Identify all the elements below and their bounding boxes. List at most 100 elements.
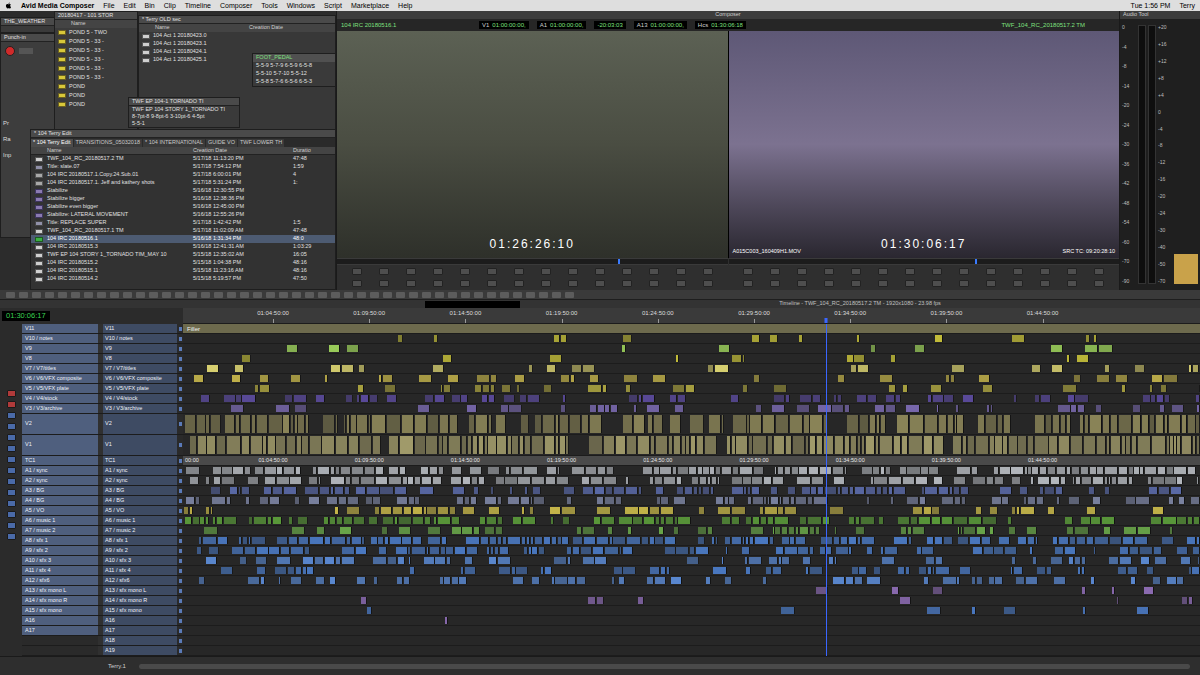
clip[interactable] [772,405,785,412]
clip[interactable] [877,415,880,433]
clip[interactable] [768,517,774,524]
clip[interactable] [1170,527,1173,534]
toolbar-button-icon[interactable] [227,292,236,298]
clip[interactable] [496,527,503,534]
clip[interactable] [995,477,1005,484]
bin-row[interactable]: POND 5 - 33 - [55,37,137,46]
clip[interactable] [1055,547,1064,554]
clip[interactable] [935,335,943,342]
clip[interactable] [586,467,597,474]
window-title-bar[interactable]: TWF EP 104-1 TORNADO TI [129,98,239,106]
clip[interactable] [550,355,562,362]
clip[interactable] [1058,405,1071,412]
clip[interactable] [1124,527,1137,534]
clip[interactable] [1189,567,1191,574]
clip[interactable] [444,577,450,584]
track-lane[interactable] [183,404,1200,414]
clip[interactable] [690,415,704,433]
clip[interactable] [900,597,911,604]
clip[interactable] [357,395,360,402]
record-track-button[interactable]: A2 / sync [22,476,98,485]
lock-icon[interactable] [179,639,182,643]
track-lane[interactable] [183,526,1200,536]
clip[interactable] [390,537,402,544]
clip[interactable] [276,405,290,412]
clip[interactable] [1002,497,1008,504]
clip[interactable] [1054,577,1066,584]
clip[interactable] [516,567,528,574]
clip[interactable] [994,467,999,474]
clip[interactable] [554,557,567,564]
clip[interactable] [881,467,886,474]
clip[interactable] [439,436,443,454]
clip[interactable] [249,517,253,524]
clip[interactable] [1144,587,1154,594]
clip[interactable] [908,527,912,534]
clip[interactable] [1177,577,1183,584]
clip[interactable] [1018,537,1027,544]
clip[interactable] [1167,436,1170,454]
clip[interactable] [532,436,544,454]
clip[interactable] [1119,467,1128,474]
clip[interactable] [1154,547,1162,554]
clip[interactable] [379,547,387,554]
clip[interactable] [227,436,241,454]
clip[interactable] [1152,436,1166,454]
clip[interactable] [531,537,535,544]
clip[interactable] [611,405,618,412]
clip[interactable] [428,527,441,534]
clip[interactable] [424,557,435,564]
clip[interactable] [359,365,366,372]
clip[interactable] [582,477,590,484]
clip[interactable] [790,537,794,544]
clip[interactable] [913,527,925,534]
clip[interactable] [451,477,461,484]
clip[interactable] [184,507,189,514]
clip[interactable] [835,527,837,534]
clip[interactable] [373,497,381,504]
clip[interactable] [452,577,459,584]
clock[interactable]: Tue 1:56 PM [1131,2,1171,9]
clip[interactable] [337,517,343,524]
clip[interactable] [399,517,412,524]
clip[interactable] [287,345,298,352]
clip[interactable] [475,385,482,392]
clip[interactable] [344,517,354,524]
clip[interactable] [544,537,551,544]
transport-button-icon[interactable] [460,280,470,287]
clip[interactable] [1197,477,1199,484]
clip[interactable] [1112,477,1117,484]
toolbar-button-icon[interactable] [422,292,431,298]
clip[interactable] [408,477,414,484]
clip[interactable] [404,577,410,584]
clip[interactable] [903,385,909,392]
clip[interactable] [732,517,740,524]
clip[interactable] [1134,467,1139,474]
clip[interactable] [874,567,881,574]
toolbar-button-icon[interactable] [84,292,93,298]
transport-button-icon[interactable] [1094,268,1104,275]
transport-button-icon[interactable] [770,280,780,287]
clip[interactable] [376,477,389,484]
clip[interactable] [354,517,365,524]
clip[interactable] [1030,547,1033,554]
clip[interactable] [606,487,613,494]
bin-row[interactable]: POND [55,91,137,100]
clip[interactable] [755,537,769,544]
clip[interactable] [389,436,399,454]
clip[interactable] [302,436,309,454]
transport-button-icon[interactable] [932,268,942,275]
lock-icon[interactable] [179,629,182,633]
clip[interactable] [1109,477,1112,484]
clip[interactable] [655,537,664,544]
clip[interactable] [881,415,886,433]
clip[interactable] [827,547,832,554]
clip[interactable] [351,415,356,433]
bin-row[interactable]: 5-5-8 5-7-6 6-5-6 6-5-3 [253,78,335,86]
clip[interactable] [520,436,524,454]
clip[interactable] [545,436,555,454]
transport-button-icon[interactable] [460,268,470,275]
clip[interactable] [845,405,850,412]
source-track-button[interactable]: A18 [103,636,177,645]
clip[interactable] [325,375,327,382]
